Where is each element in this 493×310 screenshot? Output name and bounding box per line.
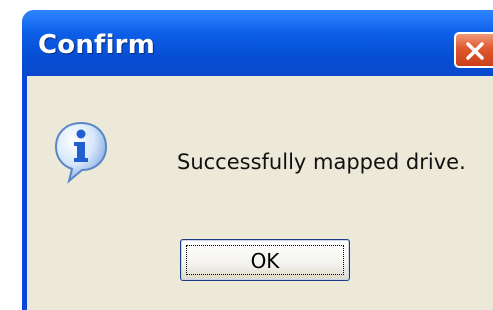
- ok-button-label: OK: [250, 249, 280, 273]
- confirm-dialog: Confirm Successfully mapped drive. OK: [22, 10, 493, 310]
- ok-button[interactable]: OK: [180, 239, 350, 281]
- close-icon: [466, 42, 484, 60]
- dialog-message: Successfully mapped drive.: [177, 150, 466, 174]
- dialog-title: Confirm: [38, 30, 155, 60]
- title-bar[interactable]: Confirm: [22, 10, 493, 76]
- info-icon: [54, 121, 108, 184]
- close-button[interactable]: [454, 32, 493, 68]
- dialog-body: Successfully mapped drive. OK: [27, 76, 493, 310]
